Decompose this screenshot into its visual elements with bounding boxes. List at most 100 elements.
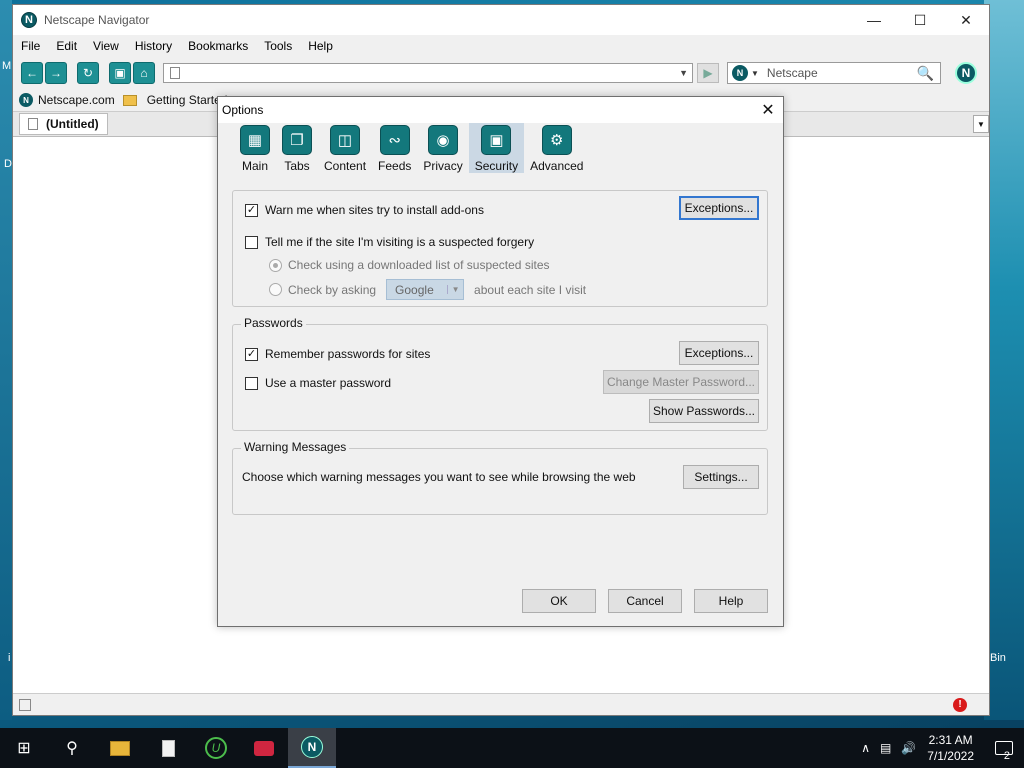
status-page-icon	[19, 698, 31, 711]
menu-help[interactable]: Help	[308, 39, 333, 53]
radio-downloaded-row: Check using a downloaded list of suspect…	[269, 258, 550, 272]
windows-start-icon[interactable]: ⊞	[0, 728, 48, 768]
ultraedit-icon[interactable]: U	[192, 728, 240, 768]
pane-feeds[interactable]: ∾ Feeds	[372, 123, 417, 173]
provider-value: Google	[395, 282, 434, 297]
passwords-legend: Passwords	[241, 316, 306, 330]
chevron-up-icon[interactable]: ∧	[861, 741, 870, 755]
search-engine-dropdown-icon[interactable]: ▼	[751, 69, 759, 78]
url-dropdown-icon[interactable]: ▼	[679, 68, 688, 78]
clock[interactable]: 2:31 AM 7/1/2022	[927, 732, 974, 764]
pane-security[interactable]: ▣ Security	[468, 123, 525, 173]
warn-addons-checkbox[interactable]: ✓	[245, 203, 258, 217]
chevron-down-icon: ▼	[447, 285, 463, 294]
master-checkbox[interactable]	[245, 376, 258, 390]
warning-settings-button[interactable]: Settings...	[683, 465, 759, 489]
taskbar: ⊞ ⚲ U N ∧ ▤ 🔊 2:31 AM 7/1/2022 2	[0, 728, 1024, 768]
warn-addons-row: ✓ Warn me when sites try to install add-…	[245, 203, 484, 217]
forgery-label[interactable]: Tell me if the site I'm visiting is a su…	[265, 235, 534, 249]
volume-icon[interactable]: 🔊	[901, 741, 916, 755]
search-input[interactable]: Netscape	[767, 66, 917, 80]
netscape-throbber-icon[interactable]: N	[955, 62, 977, 84]
addons-exceptions-button[interactable]: Exceptions...	[679, 196, 759, 220]
pane-tabs[interactable]: ❐ Tabs	[276, 123, 318, 173]
options-dialog: Options ✕ ▦ Main ❐ Tabs ◫ Content ∾ Feed…	[217, 96, 784, 627]
alert-icon[interactable]: !	[953, 697, 967, 712]
master-label[interactable]: Use a master password	[265, 376, 391, 390]
window-title: Netscape Navigator	[44, 13, 150, 27]
clock-date: 7/1/2022	[927, 749, 974, 763]
radio-asking-label[interactable]: Check by asking	[288, 283, 376, 297]
notepad-icon[interactable]	[144, 728, 192, 768]
cancel-button[interactable]: Cancel	[608, 589, 682, 613]
ok-button[interactable]: OK	[522, 589, 596, 613]
forward-icon[interactable]: →	[45, 62, 67, 84]
warnings-legend: Warning Messages	[241, 440, 350, 454]
recycle-bin-label[interactable]: Bin	[990, 652, 1006, 664]
radio-asking[interactable]	[269, 283, 282, 296]
change-master-password-button[interactable]: Change Master Password...	[603, 370, 759, 394]
tab-untitled[interactable]: (Untitled)	[19, 113, 108, 135]
radio-asking-suffix: about each site I visit	[474, 282, 587, 297]
netscape-taskbar-icon[interactable]: N	[288, 728, 336, 768]
menu-view[interactable]: View	[93, 39, 119, 53]
forgery-row: Tell me if the site I'm visiting is a su…	[245, 235, 534, 249]
main-icon: ▦	[240, 125, 270, 155]
netscape-icon: N	[19, 93, 33, 107]
pane-advanced[interactable]: ⚙ Advanced	[524, 123, 589, 173]
bookmark-getting-started[interactable]: Getting Started	[147, 93, 228, 107]
privacy-icon: ◉	[428, 125, 459, 155]
stop-icon[interactable]: ▣	[109, 62, 131, 84]
warn-addons-label[interactable]: Warn me when sites try to install add-on…	[265, 203, 484, 217]
pane-selector: ▦ Main ❐ Tabs ◫ Content ∾ Feeds ◉ Privac…	[218, 123, 783, 173]
content-icon: ◫	[330, 125, 361, 155]
pane-privacy[interactable]: ◉ Privacy	[417, 123, 468, 173]
tab-list-dropdown-icon[interactable]: ▼	[973, 115, 989, 133]
reload-icon[interactable]: ↻	[77, 62, 99, 84]
back-icon[interactable]: ←	[21, 62, 43, 84]
screen-recorder-icon[interactable]	[240, 728, 288, 768]
desktop-icon-label: M	[2, 60, 12, 72]
maximize-icon[interactable]: ☐	[897, 5, 943, 35]
network-icon[interactable]: ▤	[880, 741, 891, 755]
search-icon[interactable]: ⚲	[48, 728, 96, 768]
remember-checkbox[interactable]: ✓	[245, 347, 258, 361]
search-box[interactable]: N ▼ Netscape 🔍	[727, 62, 941, 84]
search-engine-icon[interactable]: N	[732, 65, 748, 81]
close-icon[interactable]: ✕	[753, 100, 783, 120]
go-icon[interactable]: ▶	[697, 63, 719, 83]
provider-select[interactable]: Google ▼	[386, 279, 465, 300]
dialog-title: Options	[222, 103, 264, 117]
title-bar[interactable]: N Netscape Navigator — ☐ ✕	[13, 5, 989, 35]
menu-history[interactable]: History	[135, 39, 172, 53]
password-exceptions-button[interactable]: Exceptions...	[679, 341, 759, 365]
show-passwords-button[interactable]: Show Passwords...	[649, 399, 759, 423]
menu-edit[interactable]: Edit	[56, 39, 77, 53]
page-icon	[170, 67, 180, 79]
tabs-icon: ❐	[282, 125, 312, 155]
dialog-title-bar[interactable]: Options ✕	[218, 97, 783, 123]
notification-count: 2	[1003, 750, 1010, 762]
remember-label[interactable]: Remember passwords for sites	[265, 347, 430, 361]
status-bar: !	[13, 693, 989, 715]
minimize-icon[interactable]: —	[851, 5, 897, 35]
help-button[interactable]: Help	[694, 589, 768, 613]
menu-tools[interactable]: Tools	[264, 39, 292, 53]
search-icon[interactable]: 🔍	[917, 65, 934, 82]
home-icon[interactable]: ⌂	[133, 62, 155, 84]
pane-content[interactable]: ◫ Content	[318, 123, 372, 173]
notification-icon[interactable]: 2	[984, 741, 1024, 762]
menu-bar: File Edit View History Bookmarks Tools H…	[13, 35, 989, 57]
desktop-background-right	[984, 0, 1024, 720]
forgery-checkbox[interactable]	[245, 235, 258, 249]
close-icon[interactable]: ✕	[943, 5, 989, 35]
menu-bookmarks[interactable]: Bookmarks	[188, 39, 248, 53]
pane-main[interactable]: ▦ Main	[234, 123, 276, 173]
remember-row: ✓ Remember passwords for sites	[245, 347, 430, 361]
radio-downloaded[interactable]	[269, 258, 282, 272]
bookmark-netscape[interactable]: Netscape.com	[38, 93, 115, 107]
radio-downloaded-label[interactable]: Check using a downloaded list of suspect…	[288, 258, 550, 272]
file-explorer-icon[interactable]	[96, 728, 144, 768]
url-bar[interactable]: ▼	[163, 63, 693, 83]
menu-file[interactable]: File	[21, 39, 40, 53]
